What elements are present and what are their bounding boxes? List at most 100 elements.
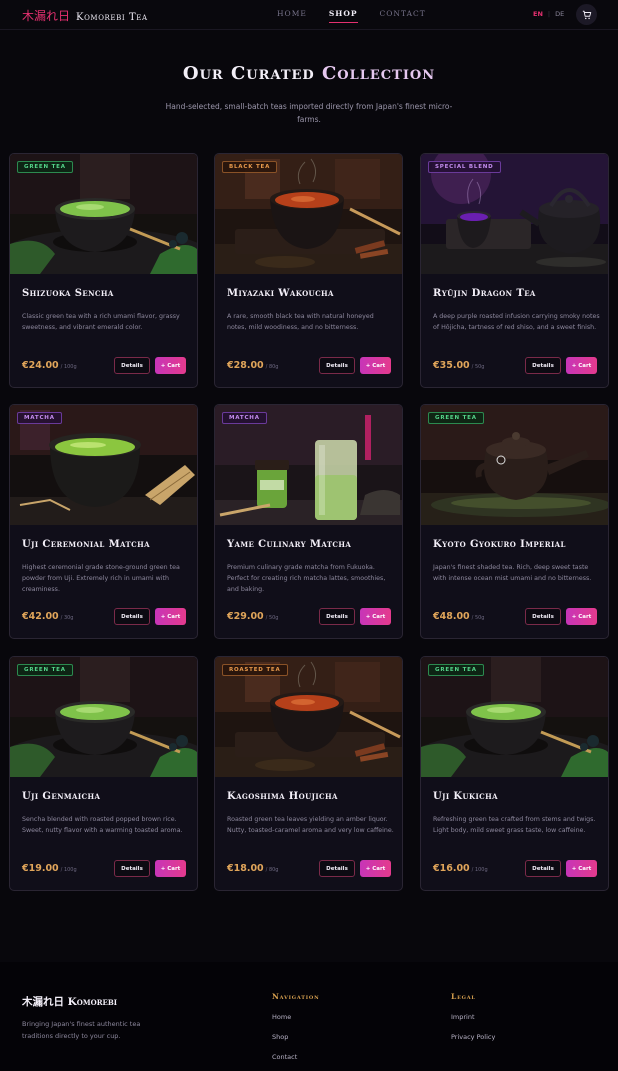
product-price: €35.00 / 50g [433,360,484,371]
category-badge: GREEN TEA [17,664,73,676]
page-title-main: Our Curated [182,63,322,84]
price-amount: €29.00 [227,611,264,622]
product-description: Classic green tea with a rich umami flav… [22,313,180,332]
product-title[interactable]: Uji Kukicha [433,791,498,802]
price-unit: / 80g [265,364,279,370]
category-badge: MATCHA [17,412,62,424]
price-amount: €35.00 [433,360,470,371]
product-description: Refreshing green tea crafted from stems … [433,816,596,835]
brand-name: Komorebi Tea [76,12,148,23]
price-amount: €24.00 [22,360,59,371]
footer-nav-column: Navigation Home Shop Contact [272,992,319,1071]
footer-nav-heading: Navigation [272,992,320,1001]
add-to-cart-button[interactable]: + Cart [360,860,391,877]
brand-logo[interactable]: 木漏れ日 Komorebi Tea [22,7,148,24]
product-price: €24.00 / 100g [22,360,77,371]
price-unit: / 50g [265,615,279,621]
product-title[interactable]: Uji Ceremonial Matcha [22,539,150,550]
details-button[interactable]: Details [319,608,355,625]
product-title[interactable]: Ryūjin Dragon Tea [433,288,536,299]
lang-de-button[interactable]: DE [555,10,564,18]
category-badge: MATCHA [222,412,267,424]
details-button[interactable]: Details [525,608,561,625]
product-description: Japan's finest shaded tea. Rich, deep sw… [433,564,592,583]
details-button[interactable]: Details [319,357,355,374]
price-unit: / 30g [60,615,74,621]
site-header: 木漏れ日 Komorebi Tea HOME SHOP CONTACT EN |… [0,0,618,30]
category-badge: BLACK TEA [222,161,278,173]
details-button[interactable]: Details [525,860,561,877]
add-to-cart-button[interactable]: + Cart [566,357,597,374]
cart-icon [582,10,591,19]
lang-en-button[interactable]: EN [533,10,543,18]
product-description: Roasted green tea leaves yielding an amb… [227,816,394,835]
category-badge: SPECIAL BLEND [428,161,501,173]
brand-kanji: 木漏れ日 [22,9,71,23]
price-amount: €19.00 [22,863,59,874]
product-card[interactable]: ROASTED TEA Kagoshima Houjicha Roasted g… [214,656,403,891]
product-title[interactable]: Kyoto Gyokuro Imperial [433,539,566,550]
product-description: Sencha blended with roasted popped brown… [22,816,183,835]
category-badge: ROASTED TEA [222,664,288,676]
product-card[interactable]: SPECIAL BLEND Ryūjin Dragon Tea A deep p… [420,153,609,388]
page-title-accent: Collection [321,63,436,84]
price-amount: €18.00 [227,863,264,874]
product-price: €16.00 / 100g [433,863,488,874]
details-button[interactable]: Details [114,357,150,374]
product-card[interactable]: GREEN TEA Uji Kukicha Refreshing green t… [420,656,609,891]
price-unit: / 100g [60,364,77,370]
add-to-cart-button[interactable]: + Cart [155,608,186,625]
details-button[interactable]: Details [319,860,355,877]
footer-legal-heading: Legal [451,992,476,1001]
nav-contact[interactable]: CONTACT [380,9,426,18]
nav-shop[interactable]: SHOP [328,9,358,23]
footer-link-shop[interactable]: Shop [272,1033,319,1041]
product-card[interactable]: BLACK TEA Miyazaki Wakoucha A rare, smoo… [214,153,403,388]
price-unit: / 50g [471,615,485,621]
product-price: €42.00 / 30g [22,611,73,622]
footer-link-imprint[interactable]: Imprint [451,1013,495,1021]
details-button[interactable]: Details [114,608,150,625]
footer-link-home[interactable]: Home [272,1013,319,1021]
lang-separator: | [547,10,551,18]
footer-brand: 木漏れ日 Komorebi [22,996,118,1008]
category-badge: GREEN TEA [428,412,484,424]
product-title[interactable]: Uji Genmaicha [22,791,100,802]
add-to-cart-button[interactable]: + Cart [360,608,391,625]
product-title[interactable]: Miyazaki Wakoucha [227,288,334,299]
add-to-cart-button[interactable]: + Cart [155,357,186,374]
price-unit: / 50g [471,364,485,370]
product-description: A deep purple roasted infusion carrying … [433,313,600,332]
product-description: Highest ceremonial grade stone-ground gr… [22,564,180,594]
product-card[interactable]: MATCHA Yame Culinary Matcha Premium culi… [214,404,403,639]
product-card[interactable]: GREEN TEA Kyoto Gyokuro Imperial Japan's… [420,404,609,639]
add-to-cart-button[interactable]: + Cart [566,608,597,625]
site-footer: 木漏れ日 Komorebi Bringing Japan's finest au… [0,962,618,1071]
product-title[interactable]: Shizuoka Sencha [22,288,114,299]
cart-button[interactable] [576,4,597,25]
product-card[interactable]: GREEN TEA Uji Genmaicha Sencha blended w… [9,656,198,891]
product-price: €28.00 / 80g [227,360,278,371]
product-title[interactable]: Yame Culinary Matcha [227,539,351,550]
details-button[interactable]: Details [114,860,150,877]
price-amount: €16.00 [433,863,470,874]
product-title[interactable]: Kagoshima Houjicha [227,791,338,802]
product-description: Premium culinary grade matcha from Fukuo… [227,564,386,594]
footer-link-privacy[interactable]: Privacy Policy [451,1033,495,1041]
nav-home[interactable]: HOME [277,9,307,18]
page-title: Our Curated Collection [0,63,618,84]
price-amount: €48.00 [433,611,470,622]
language-switcher: EN | DE [533,10,564,18]
footer-link-contact[interactable]: Contact [272,1053,319,1061]
product-card[interactable]: GREEN TEA Shizuoka Sencha Classic green … [9,153,198,388]
add-to-cart-button[interactable]: + Cart [566,860,597,877]
product-card[interactable]: MATCHA Uji Ceremonial Matcha Highest cer… [9,404,198,639]
add-to-cart-button[interactable]: + Cart [360,357,391,374]
price-unit: / 80g [265,867,279,873]
main-nav: HOME SHOP CONTACT [277,9,426,23]
details-button[interactable]: Details [525,357,561,374]
category-badge: GREEN TEA [17,161,73,173]
price-amount: €28.00 [227,360,264,371]
add-to-cart-button[interactable]: + Cart [155,860,186,877]
footer-legal-column: Legal Imprint Privacy Policy [451,992,495,1053]
